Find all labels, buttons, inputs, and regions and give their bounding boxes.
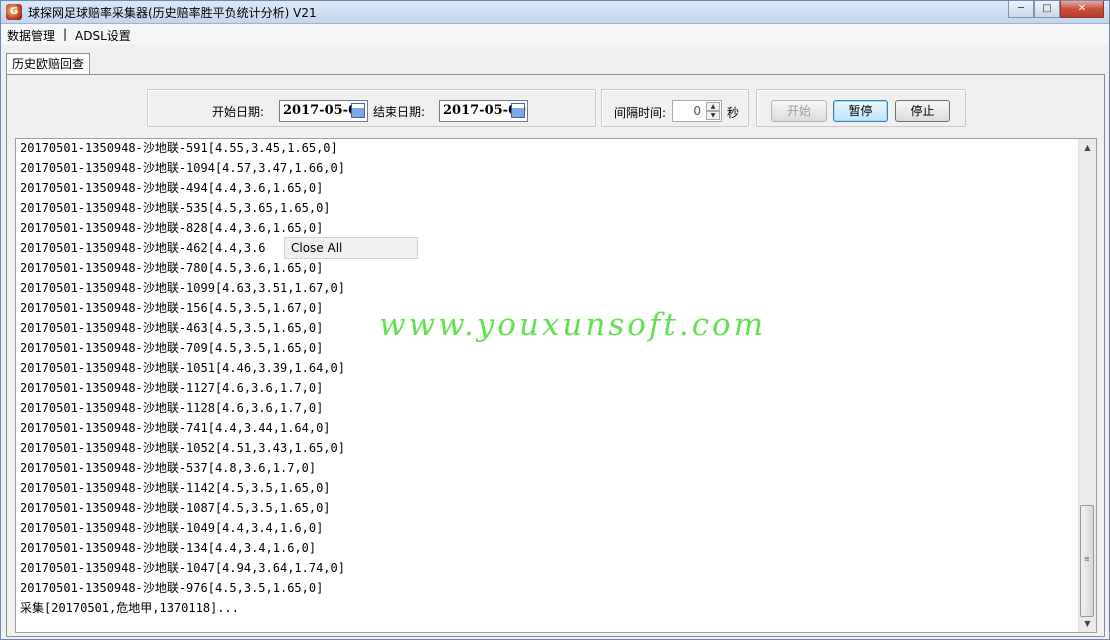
watermark-text: www.youxunsoft.com [379, 307, 767, 343]
maximize-icon: □ [1042, 3, 1052, 14]
scrollbar-thumb[interactable]: ≡ [1080, 505, 1094, 617]
start-date-label: 开始日期: [212, 105, 265, 119]
log-line: 20170501-1350948-沙地联-535[4.5,3.65,1.65,0… [20, 201, 331, 215]
end-date-picker[interactable]: 2017-05-09 [439, 100, 528, 122]
scroll-down-icon[interactable]: ▼ [1079, 615, 1096, 632]
menu-item-adsl-settings[interactable]: ADSL设置 [75, 27, 131, 44]
log-line: 20170501-1350948-沙地联-1087[4.5,3.5,1.65,0… [20, 501, 331, 515]
log-line: 20170501-1350948-沙地联-1128[4.6,3.6,1.7,0] [20, 401, 324, 415]
log-line: 20170501-1350948-沙地联-537[4.8,3.6,1.7,0] [20, 461, 317, 475]
log-line: 20170501-1350948-沙地联-1052[4.51,3.43,1.65… [20, 441, 345, 455]
calendar-icon[interactable] [511, 103, 525, 118]
end-date-label: 结束日期: [373, 105, 426, 119]
log-line: 20170501-1350948-沙地联-463[4.5,3.5,1.65,0] [20, 321, 324, 335]
log-line: 采集[20170501,危地甲,1370118]... [20, 601, 239, 615]
interval-group: 间隔时间: 0 ▲ ▼ 秒 [601, 89, 749, 127]
log-line: 20170501-1350948-沙地联-976[4.5,3.5,1.65,0] [20, 581, 324, 595]
title-bar[interactable]: G 球探网足球赔率采集器(历史赔率胜平负统计分析) V21 ─ □ ✕ [1, 1, 1109, 24]
log-line: 20170501-1350948-沙地联-156[4.5,3.5,1.67,0] [20, 301, 324, 315]
close-icon: ✕ [1077, 3, 1087, 14]
interval-spinner[interactable]: 0 ▲ ▼ [672, 100, 722, 122]
app-window: G 球探网足球赔率采集器(历史赔率胜平负统计分析) V21 ─ □ ✕ 数据管理… [0, 0, 1110, 640]
log-line: 20170501-1350948-沙地联-1047[4.94,3.64,1.74… [20, 561, 345, 575]
log-line: 20170501-1350948-沙地联-1127[4.6,3.6,1.7,0] [20, 381, 324, 395]
date-range-group: 开始日期: 2017-05-01 结束日期: 2017-05-09 [147, 89, 596, 127]
start-date-picker[interactable]: 2017-05-01 [279, 100, 368, 122]
interval-label: 间隔时间: [614, 106, 667, 120]
log-lines: 20170501-1350948-沙地联-591[4.55,3.45,1.65,… [20, 139, 345, 618]
log-line: 20170501-1350948-沙地联-1099[4.63,3.51,1.67… [20, 281, 345, 295]
spinner-buttons: ▲ ▼ [706, 102, 720, 120]
stop-button[interactable]: 停止 [895, 100, 950, 122]
pause-button[interactable]: 暂停 [833, 100, 888, 122]
interval-value: 0 [693, 104, 701, 118]
log-line: 20170501-1350948-沙地联-1094[4.57,3.47,1.66… [20, 161, 345, 175]
log-line: 20170501-1350948-沙地联-828[4.4,3.6,1.65,0] [20, 221, 324, 235]
log-line: 20170501-1350948-沙地联-1142[4.5,3.5,1.65,0… [20, 481, 331, 495]
scroll-up-icon[interactable]: ▲ [1079, 139, 1096, 156]
close-button[interactable]: ✕ [1060, 1, 1104, 18]
log-line: 20170501-1350948-沙地联-591[4.55,3.45,1.65,… [20, 141, 338, 155]
minimize-icon: ─ [1017, 3, 1025, 14]
menu-bar: 数据管理 | ADSL设置 [1, 24, 1109, 45]
tab-history-odds-lookup[interactable]: 历史欧赔回查 [6, 53, 90, 75]
grip-icon: ≡ [1084, 555, 1090, 563]
vertical-scrollbar[interactable]: ▲ ≡ ▼ [1078, 139, 1096, 632]
calendar-icon[interactable] [351, 103, 365, 118]
log-line: 20170501-1350948-沙地联-1051[4.46,3.39,1.64… [20, 361, 345, 375]
log-line: 20170501-1350948-沙地联-780[4.5,3.6,1.65,0] [20, 261, 324, 275]
spinner-down-icon[interactable]: ▼ [706, 111, 720, 120]
menu-separator: | [63, 27, 68, 41]
log-line: 20170501-1350948-沙地联-134[4.4,3.4,1.6,0] [20, 541, 317, 555]
start-button[interactable]: 开始 [771, 100, 827, 122]
app-logo-icon: G [6, 4, 22, 20]
minimize-button[interactable]: ─ [1008, 1, 1034, 18]
window-controls: ─ □ ✕ [1008, 1, 1104, 19]
log-line: 20170501-1350948-沙地联-494[4.4,3.6,1.65,0] [20, 181, 324, 195]
log-line: 20170501-1350948-沙地联-709[4.5,3.5,1.65,0] [20, 341, 324, 355]
spinner-up-icon[interactable]: ▲ [706, 102, 720, 111]
context-menu-close-all[interactable]: Close All [284, 237, 418, 259]
interval-unit-label: 秒 [727, 106, 740, 120]
maximize-button[interactable]: □ [1034, 1, 1060, 18]
control-buttons-group: 开始 暂停 停止 [756, 89, 966, 127]
menu-item-data-management[interactable]: 数据管理 [7, 27, 55, 44]
log-line: 20170501-1350948-沙地联-741[4.4,3.44,1.64,0… [20, 421, 331, 435]
log-line: 20170501-1350948-沙地联-1049[4.4,3.4,1.6,0] [20, 521, 324, 535]
window-title: 球探网足球赔率采集器(历史赔率胜平负统计分析) V21 [28, 6, 317, 20]
log-output[interactable]: 20170501-1350948-沙地联-591[4.55,3.45,1.65,… [15, 138, 1097, 633]
